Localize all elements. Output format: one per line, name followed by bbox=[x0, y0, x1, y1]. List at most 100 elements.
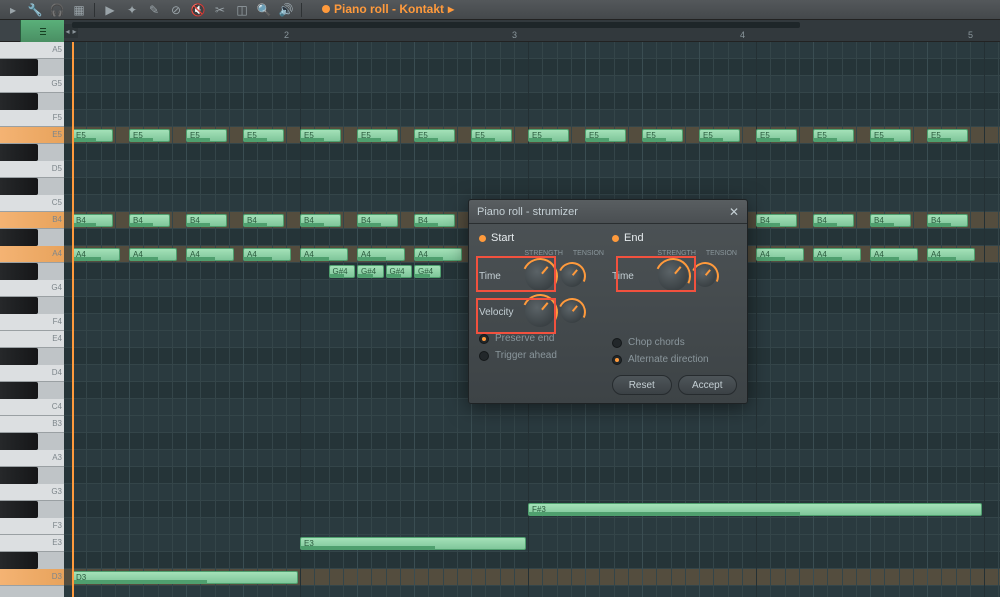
midi-note[interactable]: B4 bbox=[870, 214, 911, 227]
midi-note[interactable]: G#4 bbox=[357, 265, 384, 278]
alternate-direction-option[interactable]: Alternate direction bbox=[612, 354, 737, 365]
midi-note[interactable]: B4 bbox=[813, 214, 854, 227]
white-key[interactable]: E5 bbox=[0, 127, 64, 144]
midi-note[interactable]: E5 bbox=[870, 129, 911, 142]
midi-note[interactable]: A4 bbox=[129, 248, 177, 261]
black-key[interactable] bbox=[0, 433, 38, 450]
black-key[interactable] bbox=[0, 297, 38, 314]
midi-note[interactable]: B4 bbox=[186, 214, 227, 227]
midi-note[interactable]: E5 bbox=[528, 129, 569, 142]
midi-note[interactable]: B4 bbox=[72, 214, 113, 227]
white-key[interactable]: C5 bbox=[0, 195, 64, 212]
black-key[interactable] bbox=[0, 178, 38, 195]
midi-note[interactable]: E5 bbox=[72, 129, 113, 142]
black-key[interactable] bbox=[0, 552, 38, 569]
dialog-titlebar[interactable]: Piano roll - strumizer ✕ bbox=[469, 200, 747, 224]
white-key[interactable]: D4 bbox=[0, 365, 64, 382]
midi-note[interactable]: D3 bbox=[72, 571, 298, 584]
white-key[interactable]: E3 bbox=[0, 535, 64, 552]
start-velocity-knob[interactable] bbox=[525, 297, 555, 327]
midi-note[interactable]: B4 bbox=[927, 214, 968, 227]
white-key[interactable]: F4 bbox=[0, 314, 64, 331]
close-icon[interactable]: ✕ bbox=[729, 205, 739, 219]
white-key[interactable]: A3 bbox=[0, 450, 64, 467]
black-key[interactable] bbox=[0, 263, 38, 280]
black-key[interactable] bbox=[0, 348, 38, 365]
midi-note[interactable]: G#4 bbox=[386, 265, 413, 278]
select-icon[interactable]: ◫ bbox=[235, 3, 249, 17]
black-key[interactable] bbox=[0, 93, 38, 110]
accept-button[interactable]: Accept bbox=[678, 375, 738, 395]
midi-note[interactable]: E5 bbox=[813, 129, 854, 142]
timeline[interactable]: ◂ ▸ 2 3 4 5 bbox=[64, 20, 1000, 41]
white-key[interactable]: A5 bbox=[0, 42, 64, 59]
pattern-button[interactable] bbox=[20, 20, 64, 42]
midi-note[interactable]: A4 bbox=[813, 248, 861, 261]
brush-icon[interactable]: ✎ bbox=[147, 3, 161, 17]
preserve-end-option[interactable]: Preserve end bbox=[479, 333, 604, 344]
midi-note[interactable]: G#4 bbox=[329, 265, 356, 278]
midi-note[interactable]: E5 bbox=[129, 129, 170, 142]
midi-note[interactable]: E5 bbox=[357, 129, 398, 142]
midi-note[interactable]: A4 bbox=[300, 248, 348, 261]
black-key[interactable] bbox=[0, 229, 38, 246]
white-key[interactable]: G5 bbox=[0, 76, 64, 93]
headphones-icon[interactable]: 🎧 bbox=[50, 3, 64, 17]
erase-icon[interactable]: ⊘ bbox=[169, 3, 183, 17]
midi-note[interactable]: E5 bbox=[414, 129, 455, 142]
midi-note[interactable]: A4 bbox=[927, 248, 975, 261]
midi-note[interactable]: E5 bbox=[243, 129, 284, 142]
menu-icon[interactable]: ▸ bbox=[6, 3, 20, 17]
white-key[interactable]: C4 bbox=[0, 399, 64, 416]
midi-note[interactable]: E5 bbox=[756, 129, 797, 142]
midi-note[interactable]: E5 bbox=[699, 129, 740, 142]
midi-note[interactable]: A4 bbox=[870, 248, 918, 261]
midi-note[interactable]: A4 bbox=[414, 248, 462, 261]
spray-icon[interactable]: ✦ bbox=[125, 3, 139, 17]
white-key[interactable]: B4 bbox=[0, 212, 64, 229]
chop-chords-option[interactable]: Chop chords bbox=[612, 337, 737, 348]
white-key[interactable]: G3 bbox=[0, 484, 64, 501]
black-key[interactable] bbox=[0, 144, 38, 161]
white-key[interactable]: D3 bbox=[0, 569, 64, 586]
black-key[interactable] bbox=[0, 467, 38, 484]
midi-note[interactable]: B4 bbox=[300, 214, 341, 227]
midi-note[interactable]: E5 bbox=[186, 129, 227, 142]
playhead-cursor[interactable] bbox=[72, 42, 74, 597]
end-time-knob[interactable] bbox=[658, 261, 688, 291]
play-icon[interactable]: ▶ bbox=[103, 3, 117, 17]
speaker-icon[interactable]: 🔊 bbox=[279, 3, 293, 17]
midi-note[interactable]: B4 bbox=[357, 214, 398, 227]
midi-note[interactable]: E5 bbox=[642, 129, 683, 142]
zoom-icon[interactable]: 🔍 bbox=[257, 3, 271, 17]
nav-left-icon[interactable]: ◂ bbox=[64, 24, 71, 38]
trigger-ahead-option[interactable]: Trigger ahead bbox=[479, 350, 604, 361]
midi-note[interactable]: B4 bbox=[756, 214, 797, 227]
piano-keyboard[interactable]: A5G5F5E5D5C5B4A4G4F4E4D4C4B3A3G3F3E3D3 bbox=[0, 42, 64, 597]
midi-note[interactable]: A4 bbox=[243, 248, 291, 261]
black-key[interactable] bbox=[0, 382, 38, 399]
midi-note[interactable]: E5 bbox=[300, 129, 341, 142]
start-time-tension-knob[interactable] bbox=[561, 265, 583, 287]
midi-note[interactable]: E5 bbox=[585, 129, 626, 142]
midi-note[interactable]: A4 bbox=[756, 248, 804, 261]
reset-button[interactable]: Reset bbox=[612, 375, 672, 395]
white-key[interactable]: E4 bbox=[0, 331, 64, 348]
black-key[interactable] bbox=[0, 59, 38, 76]
white-key[interactable]: D5 bbox=[0, 161, 64, 178]
midi-note[interactable]: A4 bbox=[186, 248, 234, 261]
midi-note[interactable]: B4 bbox=[243, 214, 284, 227]
midi-note[interactable]: F#3 bbox=[528, 503, 982, 516]
midi-note[interactable]: G#4 bbox=[414, 265, 441, 278]
midi-note[interactable]: E5 bbox=[927, 129, 968, 142]
end-time-tension-knob[interactable] bbox=[694, 265, 716, 287]
scroll-overview[interactable] bbox=[72, 22, 800, 28]
white-key[interactable]: G4 bbox=[0, 280, 64, 297]
wrench-icon[interactable]: 🔧 bbox=[28, 3, 42, 17]
channel-title[interactable]: Piano roll - Kontakt ▸ bbox=[316, 0, 460, 20]
start-velocity-tension-knob[interactable] bbox=[561, 301, 583, 323]
snap-icon[interactable]: ▦ bbox=[72, 3, 86, 17]
midi-note[interactable]: A4 bbox=[72, 248, 120, 261]
midi-note[interactable]: B4 bbox=[129, 214, 170, 227]
midi-note[interactable]: E5 bbox=[471, 129, 512, 142]
